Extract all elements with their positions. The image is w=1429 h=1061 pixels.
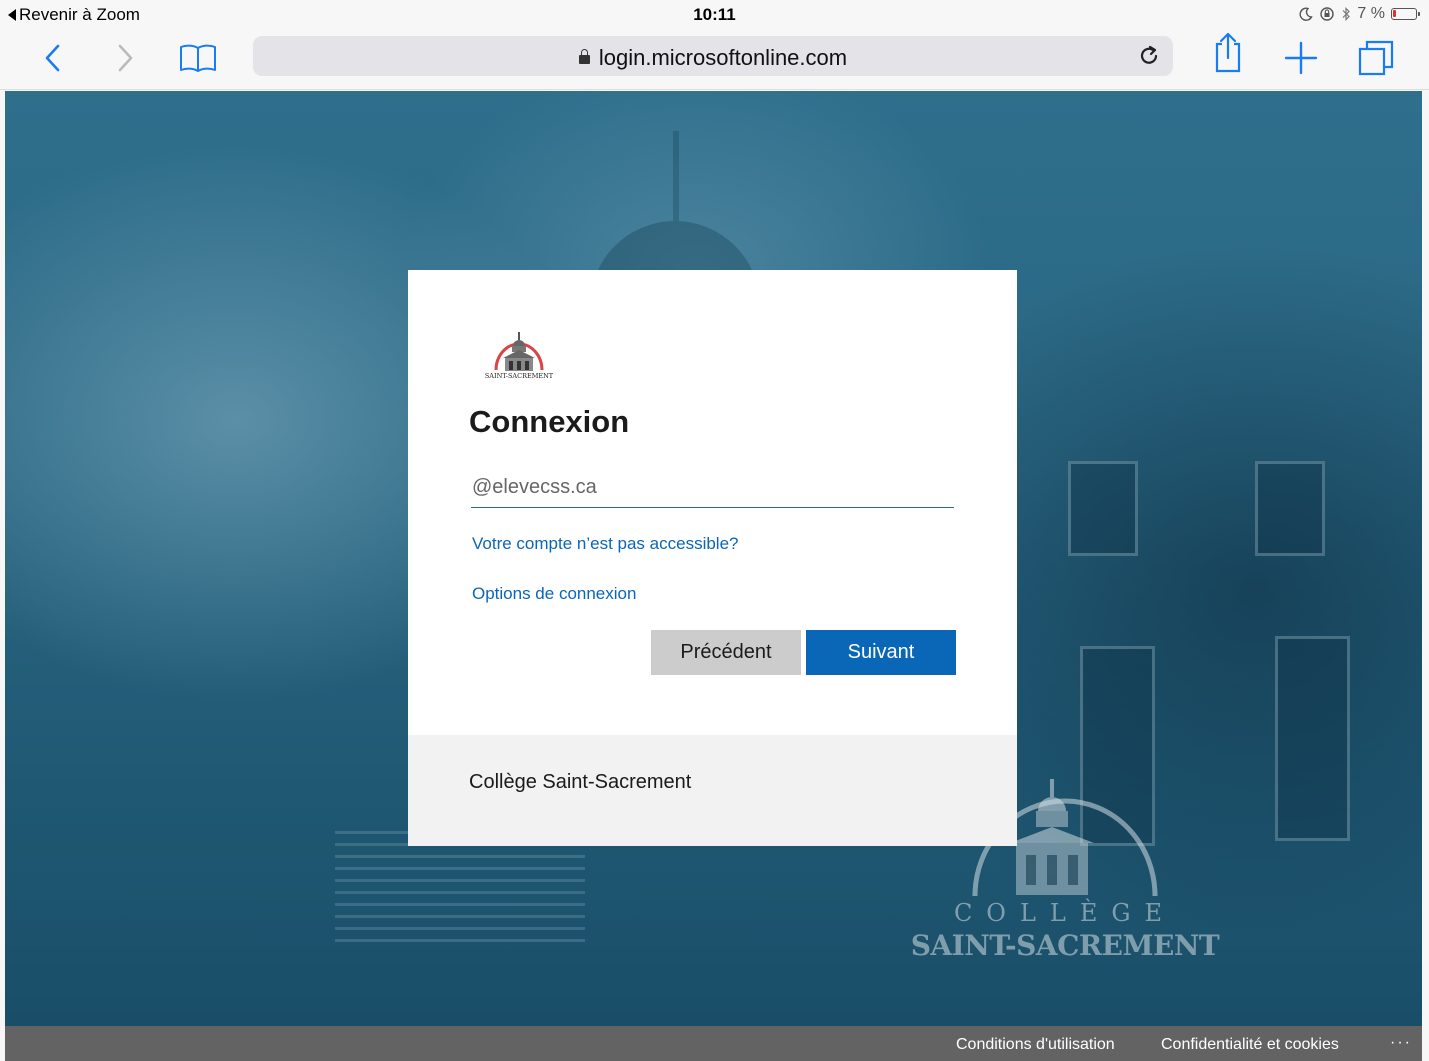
privacy-cookies-link[interactable]: Confidentialité et cookies (1161, 1036, 1339, 1054)
share-button[interactable] (1208, 32, 1248, 73)
forward-chevron-icon (118, 44, 133, 72)
email-field[interactable] (471, 468, 954, 508)
battery-percent: 7 % (1357, 5, 1385, 22)
sign-in-options-link[interactable]: Options de connexion (472, 584, 636, 604)
back-button[interactable]: Précédent (651, 630, 801, 675)
background-stairs (335, 831, 585, 951)
share-icon (1215, 32, 1241, 73)
back-button[interactable] (38, 38, 68, 78)
organization-name: Collège Saint-Sacrement (469, 771, 692, 793)
bookmarks-icon (180, 44, 216, 72)
new-tab-icon (1284, 41, 1318, 75)
browser-toolbar: login.microsoftonline.com (0, 30, 1429, 90)
background-window (1255, 461, 1325, 556)
tabs-button[interactable] (1355, 38, 1397, 78)
college-logo: SAINT-SACREMENT (479, 330, 569, 384)
page-title: Connexion (469, 404, 630, 439)
back-to-app-label: Revenir à Zoom (19, 5, 140, 24)
status-time: 10:11 (693, 5, 736, 24)
card-footer: Collège Saint-Sacrement (408, 735, 1017, 846)
college-logo-text: SAINT-SACREMENT (484, 372, 554, 380)
page-footer: Conditions d'utilisation Confidentialité… (5, 1026, 1422, 1061)
back-to-app-button[interactable]: Revenir à Zoom (8, 5, 140, 25)
status-bar: Revenir à Zoom 10:11 7 % (0, 0, 1429, 30)
background-window (1068, 461, 1138, 556)
back-chevron-icon (45, 44, 60, 72)
bluetooth-icon (1342, 7, 1351, 21)
background-spire (673, 131, 679, 221)
back-triangle-icon (8, 9, 16, 21)
terms-of-use-link[interactable]: Conditions d'utilisation (956, 1036, 1115, 1054)
new-tab-button[interactable] (1283, 38, 1319, 78)
next-button[interactable]: Suivant (806, 630, 956, 675)
moon-icon (1299, 7, 1314, 21)
battery-icon (1391, 8, 1420, 20)
reload-button[interactable] (1139, 44, 1161, 73)
address-bar[interactable]: login.microsoftonline.com (253, 36, 1173, 76)
background-logo-line1: COLLÈGE (953, 899, 1177, 927)
more-options-button[interactable]: ··· (1390, 1034, 1412, 1052)
forward-button[interactable] (110, 38, 140, 78)
reload-icon (1140, 45, 1158, 64)
college-logo-emblem (494, 332, 544, 371)
orientation-lock-icon (1320, 7, 1335, 21)
account-inaccessible-link[interactable]: Votre compte n’est pas accessible? (472, 534, 738, 554)
background-window (1275, 636, 1350, 841)
background-logo-line2: SAINT-SACREMENT (910, 929, 1220, 962)
login-card: SAINT-SACREMENT Connexion Votre compte n… (408, 270, 1017, 846)
lock-icon (578, 49, 590, 64)
url-text: login.microsoftonline.com (598, 45, 848, 70)
status-indicators: 7 % (1299, 5, 1420, 23)
tabs-icon (1358, 40, 1394, 76)
bookmarks-button[interactable] (176, 38, 220, 78)
